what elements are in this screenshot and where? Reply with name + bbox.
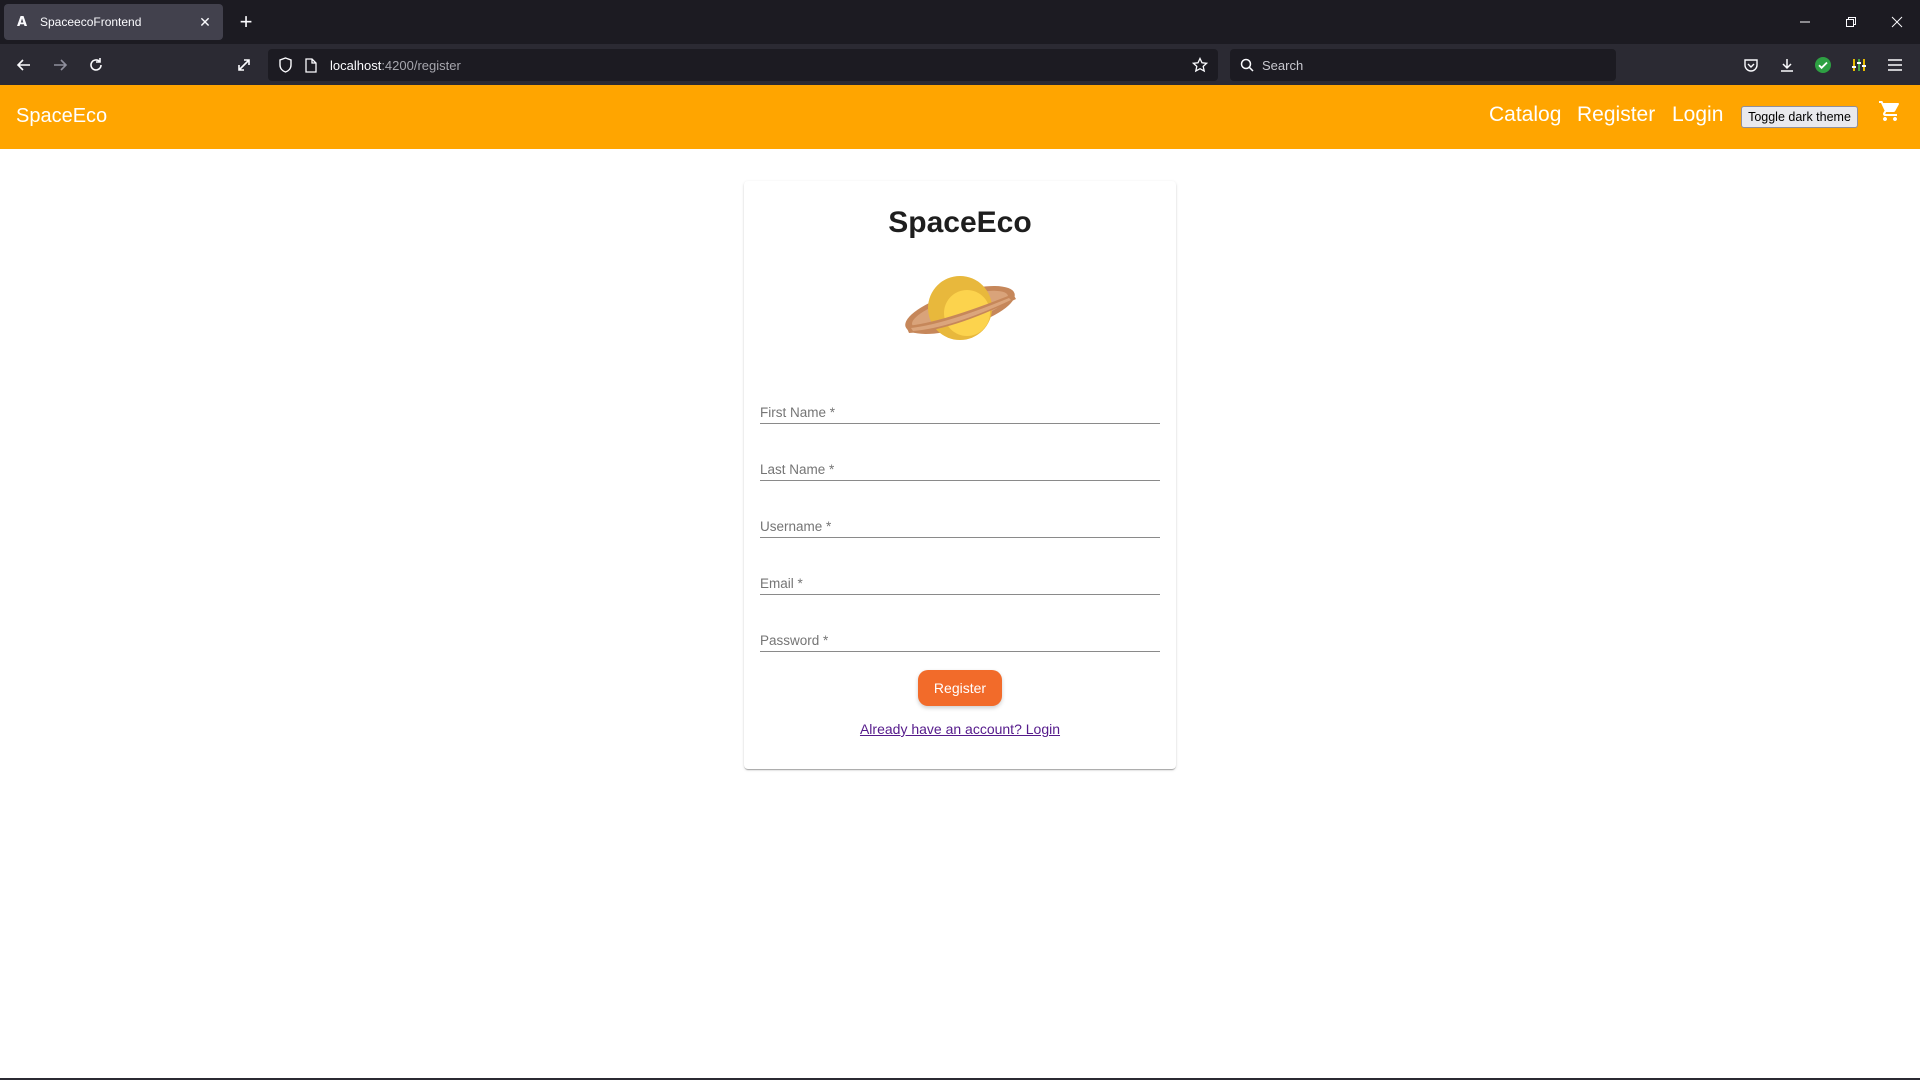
minimize-window-icon[interactable] xyxy=(1790,8,1820,36)
last-name-input[interactable] xyxy=(760,451,1160,489)
password-field[interactable]: Password * xyxy=(760,622,1160,662)
browser-tab[interactable]: A SpaceecoFrontend ✕ xyxy=(4,4,223,40)
card-title: SpaceEco xyxy=(888,206,1032,239)
toggle-dark-theme-button[interactable]: Toggle dark theme xyxy=(1741,106,1858,128)
close-window-icon[interactable] xyxy=(1882,8,1912,36)
back-arrow-icon[interactable] xyxy=(9,50,39,80)
password-input[interactable] xyxy=(760,622,1160,660)
download-icon[interactable] xyxy=(1774,52,1800,78)
shopping-cart-icon[interactable] xyxy=(1878,99,1904,125)
first-name-input[interactable] xyxy=(760,394,1160,432)
already-have-account-login-link[interactable]: Already have an account? Login xyxy=(744,721,1176,737)
register-card: SpaceEco First Name * Last Name * Userna… xyxy=(744,181,1176,769)
brand-logo-text[interactable]: SpaceEco xyxy=(16,105,107,128)
page-icon[interactable] xyxy=(298,49,324,81)
bookmark-star-icon[interactable] xyxy=(1190,55,1210,75)
browser-tabbar: A SpaceecoFrontend ✕ + xyxy=(0,0,1920,44)
url-host: localhost xyxy=(330,57,382,73)
search-bar[interactable]: Search xyxy=(1230,49,1616,81)
first-name-field[interactable]: First Name * xyxy=(760,394,1160,434)
username-field[interactable]: Username * xyxy=(760,508,1160,548)
restore-window-icon[interactable] xyxy=(1836,8,1866,36)
shield-icon[interactable] xyxy=(272,49,298,81)
field-underline xyxy=(760,537,1160,538)
field-underline xyxy=(760,480,1160,481)
forward-arrow-icon[interactable] xyxy=(45,50,75,80)
reload-icon[interactable] xyxy=(81,50,111,80)
register-submit-button[interactable]: Register xyxy=(918,670,1002,706)
nav-catalog-link[interactable]: Catalog xyxy=(1489,103,1561,127)
url-path: :4200/register xyxy=(381,57,461,73)
username-input[interactable] xyxy=(760,508,1160,546)
field-underline xyxy=(760,423,1160,424)
last-name-field[interactable]: Last Name * xyxy=(760,451,1160,491)
search-icon xyxy=(1240,58,1254,72)
field-underline xyxy=(760,651,1160,652)
field-underline xyxy=(760,594,1160,595)
new-tab-button[interactable]: + xyxy=(232,8,260,36)
menu-hamburger-icon[interactable] xyxy=(1882,52,1908,78)
extension-check-icon[interactable] xyxy=(1810,52,1836,78)
extension-equalizer-icon[interactable] xyxy=(1846,52,1872,78)
search-placeholder: Search xyxy=(1262,57,1304,73)
browser-navbar: localhost:4200/register Search xyxy=(0,44,1920,85)
close-tab-icon[interactable]: ✕ xyxy=(197,14,213,31)
angular-favicon-icon: A xyxy=(16,14,28,30)
tab-title: SpaceecoFrontend xyxy=(40,15,142,29)
app-toolbar: SpaceEco Catalog Register Login Toggle d… xyxy=(0,85,1920,149)
nav-login-link[interactable]: Login xyxy=(1672,103,1723,127)
address-bar[interactable]: localhost:4200/register xyxy=(268,49,1218,81)
nav-register-link[interactable]: Register xyxy=(1577,103,1655,127)
planet-logo-icon xyxy=(905,276,1016,340)
email-input[interactable] xyxy=(760,565,1160,603)
email-field[interactable]: Email * xyxy=(760,565,1160,605)
fullscreen-expand-icon[interactable] xyxy=(229,50,259,80)
pocket-icon[interactable] xyxy=(1738,52,1764,78)
